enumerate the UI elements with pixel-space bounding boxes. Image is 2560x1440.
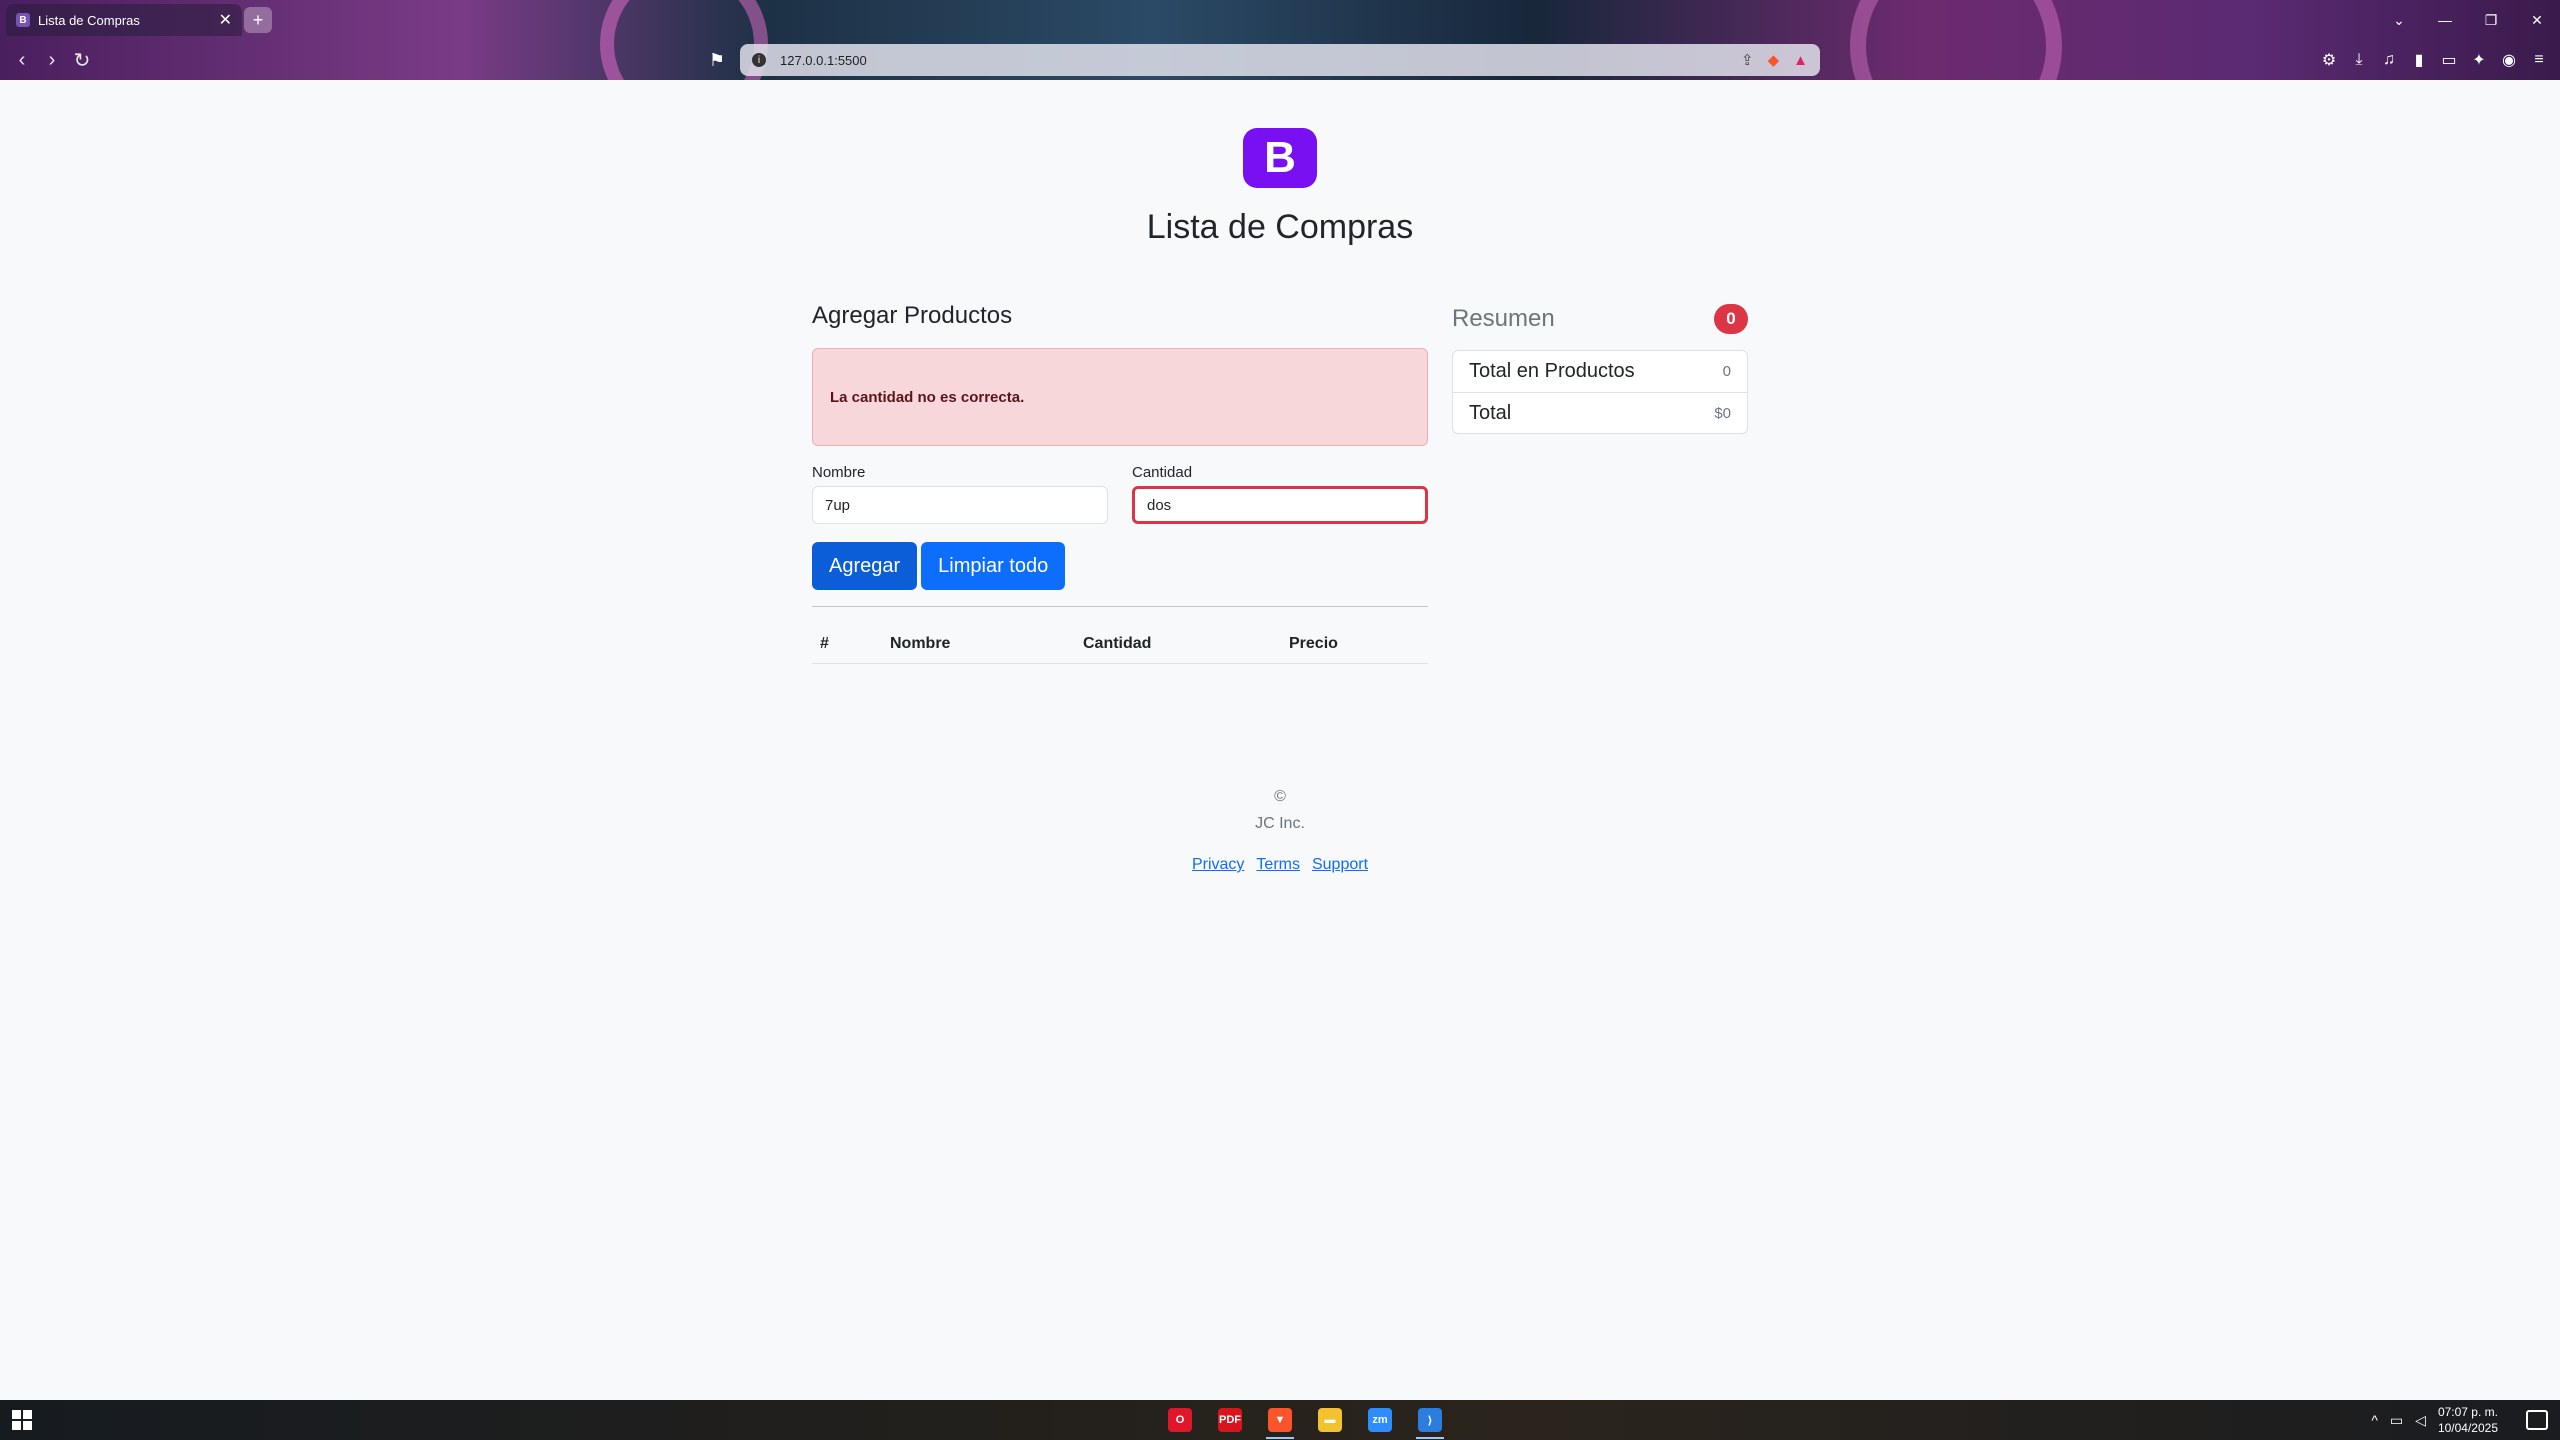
add-products-section: Agregar Productos La cantidad no es corr…	[812, 302, 1428, 664]
taskbar: O PDF ▼ ▬ zm ⟩ ^ ▭ ◁ 07:07 p. m. 10/04/2025	[0, 1400, 2560, 1440]
restore-icon[interactable]: ❐	[2468, 0, 2514, 40]
extensions-icon[interactable]: ⚙	[2316, 46, 2342, 74]
pdf-icon[interactable]: PDF	[1210, 1400, 1250, 1440]
footer-links: Privacy Terms Support	[0, 856, 2560, 874]
total-label: Total	[1469, 401, 1512, 424]
clock-date: 10/04/2025	[2437, 1421, 2498, 1435]
divider	[812, 606, 1428, 607]
cantidad-group: Cantidad	[1132, 464, 1428, 524]
opera-icon[interactable]: O	[1160, 1400, 1200, 1440]
leo-ai-icon[interactable]: ✦	[2466, 46, 2492, 74]
terms-link[interactable]: Terms	[1256, 856, 1300, 874]
list-item: Total en Productos 0	[1453, 351, 1747, 392]
column-header-number: #	[812, 635, 882, 664]
summary-title: Resumen	[1452, 305, 1555, 332]
clock[interactable]: 07:07 p. m. 10/04/2025	[2438, 1404, 2498, 1436]
windows-start-icon[interactable]	[12, 1410, 32, 1430]
section-title: Agregar Productos	[812, 302, 1013, 329]
list-item: Total $0	[1453, 392, 1747, 433]
notification-icon[interactable]	[2526, 1410, 2548, 1430]
column-header-nombre: Nombre	[882, 635, 1075, 664]
page-title: Lista de Compras	[1146, 208, 1414, 246]
form-row: Nombre Cantidad	[812, 464, 1428, 524]
new-tab-button[interactable]: +	[244, 7, 272, 33]
column-header-precio: Precio	[1281, 635, 1428, 664]
site-info-icon[interactable]: i	[752, 53, 766, 67]
products-table: # Nombre Cantidad Precio	[812, 635, 1428, 664]
clear-all-button[interactable]: Limpiar todo	[921, 542, 1066, 590]
close-tab-icon[interactable]: ✕	[219, 10, 232, 30]
back-icon[interactable]: ‹	[8, 46, 36, 74]
volume-icon[interactable]: ◁	[2415, 1412, 2426, 1429]
summary-list: Total en Productos 0 Total $0	[1452, 350, 1748, 434]
vscode-icon-glyph: ⟩	[1418, 1408, 1442, 1432]
total-value: $0	[1714, 404, 1731, 422]
wallet-icon[interactable]: ▭	[2436, 46, 2462, 74]
support-link[interactable]: Support	[1312, 856, 1368, 874]
count-badge: 0	[1714, 304, 1748, 334]
error-alert: La cantidad no es correcta.	[812, 348, 1428, 446]
media-icon[interactable]: ♫	[2376, 46, 2402, 74]
bootstrap-favicon-icon: B	[16, 13, 30, 27]
window-controls: ⌄ — ❐ ✕	[2376, 0, 2560, 40]
tab-search-icon[interactable]: ⌄	[2376, 0, 2422, 40]
nombre-group: Nombre	[812, 464, 1108, 524]
summary-section: Resumen 0 Total en Productos 0 Total $0	[1452, 302, 1748, 434]
clock-time: 07:07 p. m.	[2437, 1405, 2498, 1419]
brave-rewards-icon[interactable]: ▲	[1793, 52, 1808, 69]
add-button[interactable]: Agregar	[812, 542, 918, 590]
column-header-cantidad: Cantidad	[1075, 635, 1281, 664]
file-explorer-icon[interactable]: ▬	[1310, 1400, 1350, 1440]
sidebar-icon[interactable]: ▮	[2406, 46, 2432, 74]
table-header-row: # Nombre Cantidad Precio	[812, 635, 1428, 664]
tab-title: Lista de Compras	[38, 12, 140, 28]
zoom-icon-glyph: zm	[1368, 1408, 1392, 1432]
total-products-label: Total en Productos	[1469, 360, 1635, 382]
chevron-up-icon[interactable]: ^	[2371, 1412, 2378, 1428]
bookmark-icon[interactable]: ⚑	[704, 46, 730, 74]
file-explorer-icon-glyph: ▬	[1318, 1408, 1342, 1432]
close-window-icon[interactable]: ✕	[2514, 0, 2560, 40]
downloads-icon[interactable]: ⤓	[2346, 46, 2372, 74]
footer: © JC Inc. Privacy Terms Support	[0, 788, 2560, 874]
brave-shields-icon[interactable]: ◆	[1768, 51, 1780, 69]
brave-icon[interactable]: ▼	[1260, 1400, 1300, 1440]
vscode-icon[interactable]: ⟩	[1410, 1400, 1450, 1440]
page-content: B Lista de Compras Agregar Productos La …	[0, 80, 2560, 1400]
browser-chrome: B Lista de Compras ✕ + ⌄ — ❐ ✕ ‹ › ↻ ⚑ i…	[0, 0, 2560, 80]
system-tray: ^ ▭ ◁ 07:07 p. m. 10/04/2025	[2371, 1400, 2498, 1440]
menu-icon[interactable]: ≡	[2526, 46, 2552, 74]
url-text[interactable]: 127.0.0.1:5500	[780, 53, 1727, 68]
privacy-link[interactable]: Privacy	[1192, 856, 1244, 874]
browser-toolbar: ⚙ ⤓ ♫ ▮ ▭ ✦ ◉ ≡	[2316, 46, 2552, 74]
share-icon[interactable]: ⇪	[1741, 51, 1754, 69]
address-bar[interactable]: i 127.0.0.1:5500 ⇪ ◆ ▲	[740, 44, 1820, 76]
copyright-symbol: ©	[1274, 788, 1286, 805]
zoom-icon[interactable]: zm	[1360, 1400, 1400, 1440]
minimize-icon[interactable]: —	[2422, 0, 2468, 40]
forward-icon[interactable]: ›	[38, 46, 66, 74]
reload-icon[interactable]: ↻	[68, 46, 96, 74]
taskbar-apps: O PDF ▼ ▬ zm ⟩	[1160, 1400, 1450, 1440]
network-icon[interactable]: ▭	[2390, 1412, 2403, 1429]
company-name: JC Inc.	[1255, 815, 1305, 832]
cantidad-label: Cantidad	[1132, 464, 1193, 481]
browser-tab[interactable]: B Lista de Compras ✕	[6, 4, 242, 36]
total-products-value: 0	[1722, 363, 1731, 380]
vpn-icon[interactable]: ◉	[2496, 46, 2522, 74]
nombre-label: Nombre	[812, 464, 866, 481]
opera-icon-glyph: O	[1168, 1408, 1192, 1432]
brave-icon-glyph: ▼	[1268, 1408, 1292, 1432]
cantidad-input[interactable]	[1132, 486, 1428, 524]
bootstrap-logo: B	[1243, 128, 1317, 188]
button-row: Agregar Limpiar todo	[812, 542, 1428, 590]
pdf-icon-glyph: PDF	[1218, 1408, 1242, 1432]
summary-header: Resumen 0	[1452, 302, 1748, 336]
nombre-input[interactable]	[812, 486, 1108, 524]
